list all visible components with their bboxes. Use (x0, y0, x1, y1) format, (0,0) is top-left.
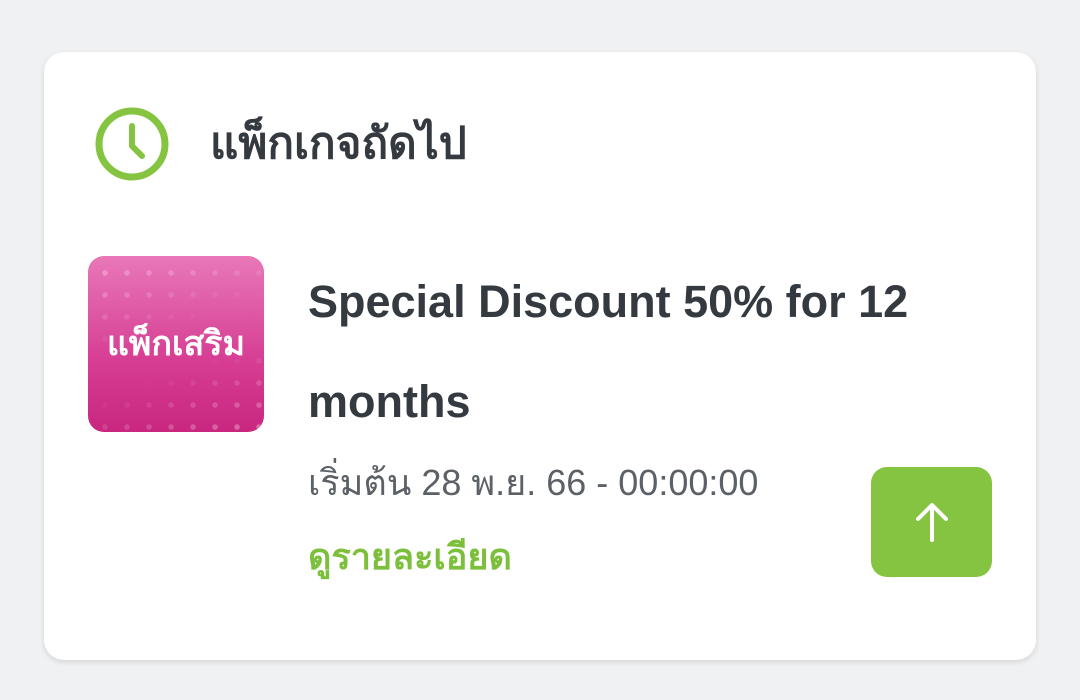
thumbnail-label: แพ็กเสริม (107, 325, 245, 363)
package-start-date: เริ่มต้น 28 พ.ย. 66 - 00:00:00 (308, 462, 759, 503)
package-title: Special Discount 50% for 12 months (308, 276, 909, 427)
section-title: แพ็กเกจถัดไป (210, 119, 467, 168)
next-package-card: แพ็กเกจถัดไป แพ็กเสริม Special Discount … (44, 52, 1036, 660)
arrow-up-icon (915, 503, 948, 542)
clock-icon (95, 107, 169, 181)
view-details-link[interactable]: ดูรายละเอียด (308, 532, 512, 582)
move-up-button[interactable] (871, 467, 992, 577)
package-thumbnail: แพ็กเสริม (88, 256, 264, 432)
